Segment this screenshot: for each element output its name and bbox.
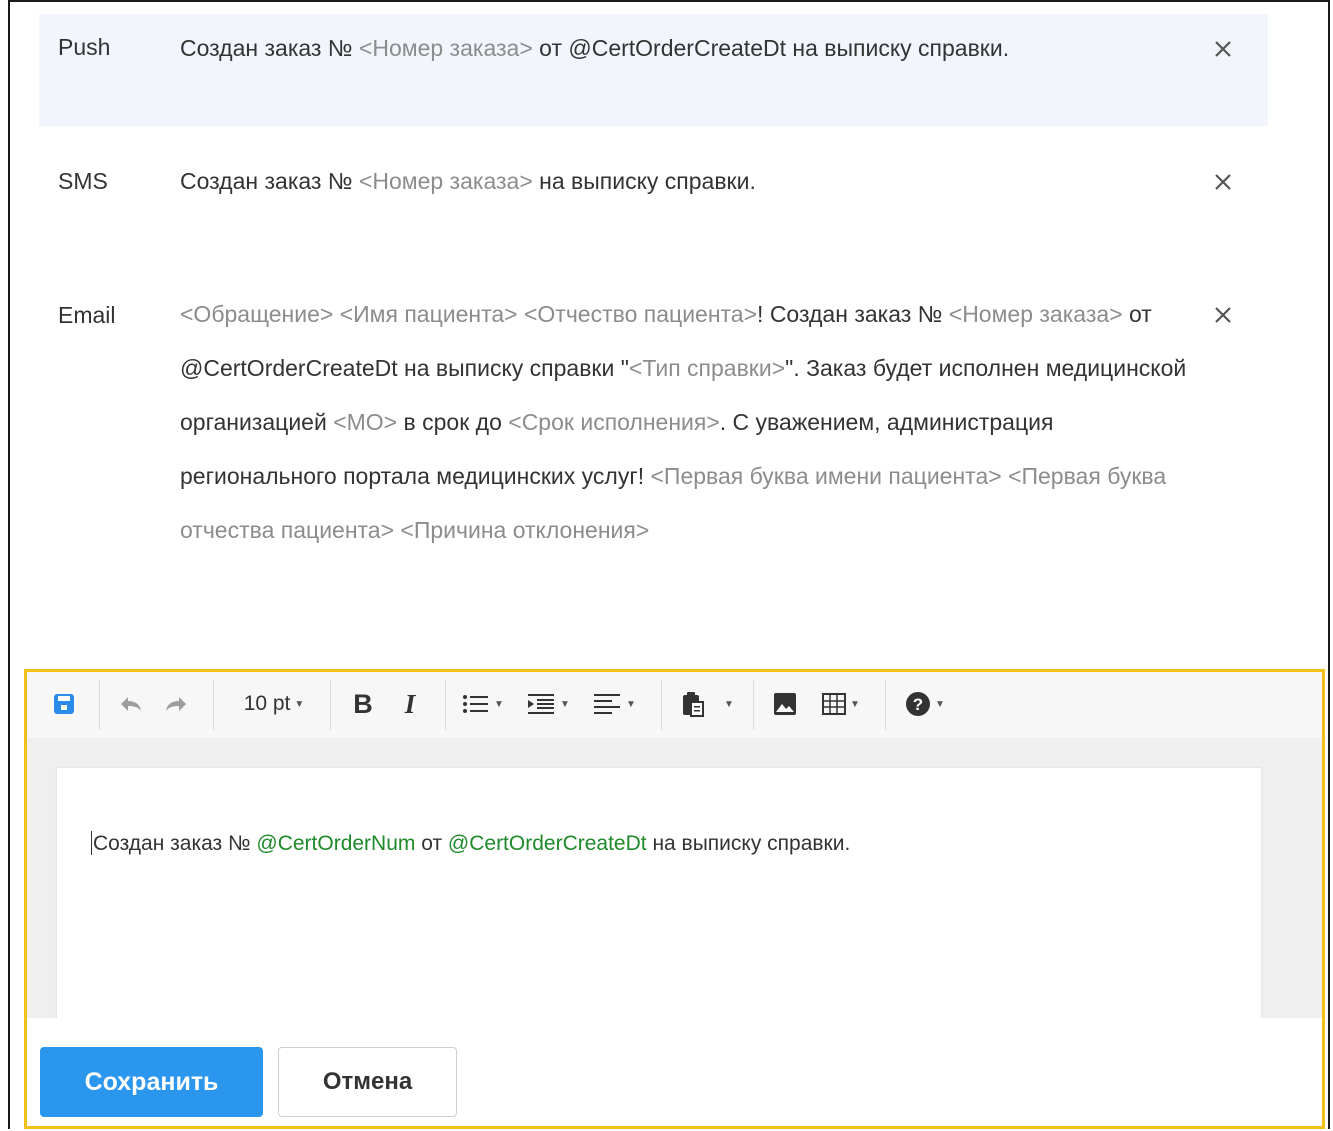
italic-icon[interactable]: I [392,686,428,722]
message-text: от @CertOrderCreateDt на выписку справки… [532,35,1010,61]
placeholder-token: <Тип справки> [628,355,786,381]
chevron-down-icon: ▼ [294,698,305,710]
message-text: Создан заказ № [180,35,359,61]
placeholder-token: <Срок исполнения> [508,409,720,435]
template-variable: @CertOrderCreateDt [447,832,647,855]
placeholder-token: <Обращение> <Имя пациента> <Отчество пац… [180,301,758,327]
placeholder-token: <Номер заказа> [358,168,533,194]
placeholder-token: <Номер заказа> [948,301,1123,327]
channel-label: Push [58,34,111,60]
paste-options-icon[interactable]: ▼ [717,686,741,722]
bold-icon[interactable]: B [345,686,381,722]
close-icon[interactable] [1211,37,1235,61]
placeholder-token: <Номер заказа> [358,35,533,61]
editor-content[interactable]: Создан заказ № @CertOrderNum от @CertOrd… [91,831,850,856]
message-text: в срок до [397,409,509,435]
content-text: Создан заказ № [93,832,257,855]
dialog-footer: Сохранить Отмена [27,1018,1322,1126]
svg-text:?: ? [913,695,923,714]
font-size-value: 10 pt [243,692,291,715]
redo-icon[interactable] [160,686,192,722]
content-text: от [415,832,448,855]
notification-text: <Обращение> <Имя пациента> <Отчество пац… [180,287,1200,557]
channel-label: SMS [58,168,108,194]
message-text: ! Создан заказ № [757,301,949,327]
notification-row-sms[interactable]: SMS Создан заказ № <Номер заказа> на вып… [39,148,1268,260]
channel-label: Email [58,302,116,328]
save-icon[interactable] [49,686,79,722]
help-icon[interactable]: ? ▼ [899,686,951,722]
rich-text-editor[interactable]: 10 pt ▼ B I ▼ ▼ ▼ ▼ ▼ ? ▼ Создан заказ №… [24,669,1325,1129]
undo-icon[interactable] [115,686,147,722]
editor-toolbar: 10 pt ▼ B I ▼ ▼ ▼ ▼ ▼ ? ▼ [27,672,1322,739]
indent-icon[interactable]: ▼ [523,686,575,722]
notification-row-email[interactable]: Email <Обращение> <Имя пациента> <Отчест… [39,282,1268,622]
editor-document[interactable]: Создан заказ № @CertOrderNum от @CertOrd… [57,768,1261,1020]
message-text: Создан заказ № [180,168,359,194]
notification-text: Создан заказ № <Номер заказа> на выписку… [180,154,1200,208]
close-icon[interactable] [1211,170,1235,194]
content-text: на выписку справки. [646,832,851,855]
text-cursor [91,831,92,855]
align-icon[interactable]: ▼ [589,686,641,722]
placeholder-token: <МО> [333,409,398,435]
notification-text: Создан заказ № <Номер заказа> от @CertOr… [180,21,1200,75]
close-icon[interactable] [1211,303,1235,327]
message-text: на выписку справки. [532,168,756,194]
save-button[interactable]: Сохранить [40,1047,263,1117]
paste-icon[interactable] [675,686,711,722]
bullet-list-icon[interactable]: ▼ [457,686,509,722]
font-size-select[interactable]: 10 pt ▼ [229,686,319,722]
table-icon[interactable]: ▼ [813,686,869,722]
cancel-button[interactable]: Отмена [278,1047,457,1117]
template-variable: @CertOrderNum [256,832,416,855]
image-icon[interactable] [767,686,803,722]
notification-row-push[interactable]: Push Создан заказ № <Номер заказа> от @C… [39,14,1268,126]
